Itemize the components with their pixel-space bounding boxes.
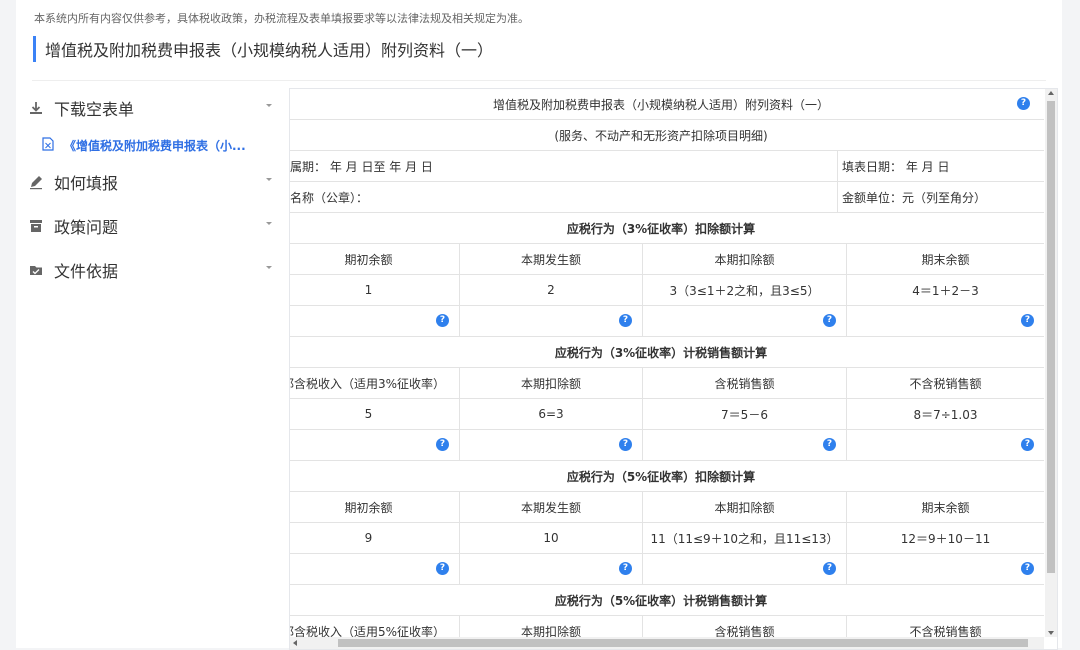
line-number: 7＝5－6	[643, 399, 847, 429]
sidebar: 下载空表单 《增值税及附加税费申报表（小... 如何填报 政策问题 文件依据	[28, 86, 278, 292]
sidebar-sub-item-label: 《增值税及附加税费申报表（小...	[64, 138, 246, 153]
sidebar-item-documents[interactable]: 文件依据	[28, 248, 278, 292]
horizontal-scrollbar[interactable]	[290, 637, 1044, 649]
help-cell: ?	[643, 430, 847, 460]
column-header: 期末余额	[921, 500, 970, 515]
document-viewport: 增值税及附加税费申报表（小规模纳税人适用）附列资料（一）? (服务、不动产和无形…	[290, 89, 1044, 637]
help-cell: ?	[290, 430, 460, 460]
line-number: 5	[290, 399, 460, 429]
column-header: 本期发生额	[460, 492, 643, 522]
help-icon[interactable]: ?	[1021, 314, 1034, 327]
help-cell: ?	[460, 430, 643, 460]
chevron-down-icon	[266, 178, 272, 181]
column-header: 邵含税收入（适用5%征收率）	[290, 616, 460, 637]
chevron-down-icon	[266, 222, 272, 225]
section-heading: 应税行为（3%征收率）计税销售额计算	[554, 345, 768, 360]
column-header: 本期扣除额	[643, 492, 847, 522]
vertical-scrollbar[interactable]	[1045, 89, 1057, 637]
sidebar-item-label: 如何填报	[54, 174, 119, 193]
column-header: 期末余额	[921, 252, 970, 267]
form-table: 增值税及附加税费申报表（小规模纳税人适用）附列资料（一）? (服务、不动产和无形…	[290, 89, 1044, 637]
form-title: 增值税及附加税费申报表（小规模纳税人适用）附列资料（一）	[492, 97, 829, 112]
line-number: 3（3≤1＋2之和，且3≤5）	[643, 275, 847, 305]
help-cell: ?	[290, 554, 460, 584]
line-number: 4＝1＋2－3	[912, 283, 979, 298]
scrollbar-thumb[interactable]	[1047, 101, 1055, 573]
page-title-block: 增值税及附加税费申报表（小规模纳税人适用）附列资料（一）	[33, 36, 493, 62]
sidebar-item-how-to-fill[interactable]: 如何填报	[28, 160, 278, 204]
help-cell: ?	[460, 306, 643, 336]
pen-icon	[28, 174, 44, 190]
chevron-down-icon	[266, 104, 272, 107]
help-icon[interactable]: ?	[1021, 562, 1034, 575]
chevron-down-icon	[266, 266, 272, 269]
help-icon[interactable]: ?	[1017, 97, 1030, 110]
column-header: 本期扣除额	[460, 616, 643, 637]
document-icon	[42, 136, 54, 154]
sidebar-item-download[interactable]: 下载空表单	[28, 86, 278, 130]
line-number: 6=3	[460, 399, 643, 429]
page: 本系统内所有内容仅供参考，具体税收政策，办税流程及表单填报要求等以法律法规及相关…	[16, 0, 1062, 650]
help-icon[interactable]: ?	[436, 438, 449, 451]
help-cell: ?	[643, 306, 847, 336]
section-heading: 应税行为（5%征收率）计税销售额计算	[554, 593, 768, 608]
help-icon[interactable]: ?	[436, 562, 449, 575]
help-icon[interactable]: ?	[619, 562, 632, 575]
sidebar-item-label: 政策问题	[54, 218, 119, 237]
scroll-up-arrow-icon[interactable]	[1048, 91, 1054, 95]
form-title-cell: 增值税及附加税费申报表（小规模纳税人适用）附列资料（一）?	[290, 89, 1044, 119]
section-heading: 应税行为（5%征收率）扣除额计算	[566, 469, 756, 484]
document-viewer[interactable]: 增值税及附加税费申报表（小规模纳税人适用）附列资料（一）? (服务、不动产和无形…	[289, 88, 1058, 650]
folder-icon	[28, 262, 44, 278]
line-number: 12＝9＋10－11	[900, 531, 991, 546]
line-number: 8＝7÷1.03	[913, 407, 978, 422]
column-header: 含税销售额	[643, 368, 847, 398]
line-number: 1	[290, 275, 460, 305]
column-header: 本期发生额	[460, 244, 643, 274]
help-icon[interactable]: ?	[823, 562, 836, 575]
help-icon[interactable]: ?	[1021, 438, 1034, 451]
help-cell: ?	[847, 554, 1044, 584]
tax-period: 斤属期： 年 月 日至 年 月 日	[290, 151, 838, 181]
scroll-left-arrow-icon[interactable]	[293, 640, 297, 646]
form-subtitle: (服务、不动产和无形资产扣除项目明细)	[554, 128, 768, 143]
help-cell: ?	[460, 554, 643, 584]
help-icon[interactable]: ?	[619, 438, 632, 451]
column-header: 本期扣除额	[643, 244, 847, 274]
section-heading: 应税行为（3%征收率）扣除额计算	[566, 221, 756, 236]
help-icon[interactable]: ?	[823, 438, 836, 451]
column-header: 期初余额	[290, 492, 460, 522]
help-cell: ?	[847, 306, 1044, 336]
sidebar-sub-item-form-link[interactable]: 《增值税及附加税费申报表（小...	[28, 130, 278, 160]
column-header: 期初余额	[290, 244, 460, 274]
help-cell: ?	[290, 306, 460, 336]
help-cell: ?	[643, 554, 847, 584]
archive-icon	[28, 218, 44, 234]
download-icon	[28, 100, 44, 116]
disclaimer-notice: 本系统内所有内容仅供参考，具体税收政策，办税流程及表单填报要求等以法律法规及相关…	[34, 12, 529, 25]
line-number: 10	[460, 523, 643, 553]
fill-date: 填表日期： 年 月 日	[842, 159, 950, 174]
help-icon[interactable]: ?	[823, 314, 836, 327]
sidebar-item-label: 文件依据	[54, 262, 119, 281]
column-header: 邵含税收入（适用3%征收率）	[290, 368, 460, 398]
help-cell: ?	[847, 430, 1044, 460]
scrollbar-thumb[interactable]	[338, 639, 1028, 647]
sidebar-item-policy-questions[interactable]: 政策问题	[28, 204, 278, 248]
scroll-down-arrow-icon[interactable]	[1048, 631, 1054, 635]
sidebar-item-label: 下载空表单	[54, 100, 135, 119]
column-header: 不含税销售额	[909, 624, 982, 638]
taxpayer-name: 人名称（公章）：	[290, 182, 838, 212]
help-icon[interactable]: ?	[619, 314, 632, 327]
help-icon[interactable]: ?	[436, 314, 449, 327]
line-number: 2	[460, 275, 643, 305]
column-header: 本期扣除额	[460, 368, 643, 398]
column-header: 含税销售额	[643, 616, 847, 637]
column-header: 不含税销售额	[909, 376, 982, 391]
line-number: 9	[290, 523, 460, 553]
page-title: 增值税及附加税费申报表（小规模纳税人适用）附列资料（一）	[45, 41, 494, 60]
divider	[32, 80, 1046, 81]
line-number: 11（11≤9＋10之和，且11≤13）	[643, 523, 847, 553]
amount-unit: 金额单位：元（列至角分）	[842, 190, 987, 205]
